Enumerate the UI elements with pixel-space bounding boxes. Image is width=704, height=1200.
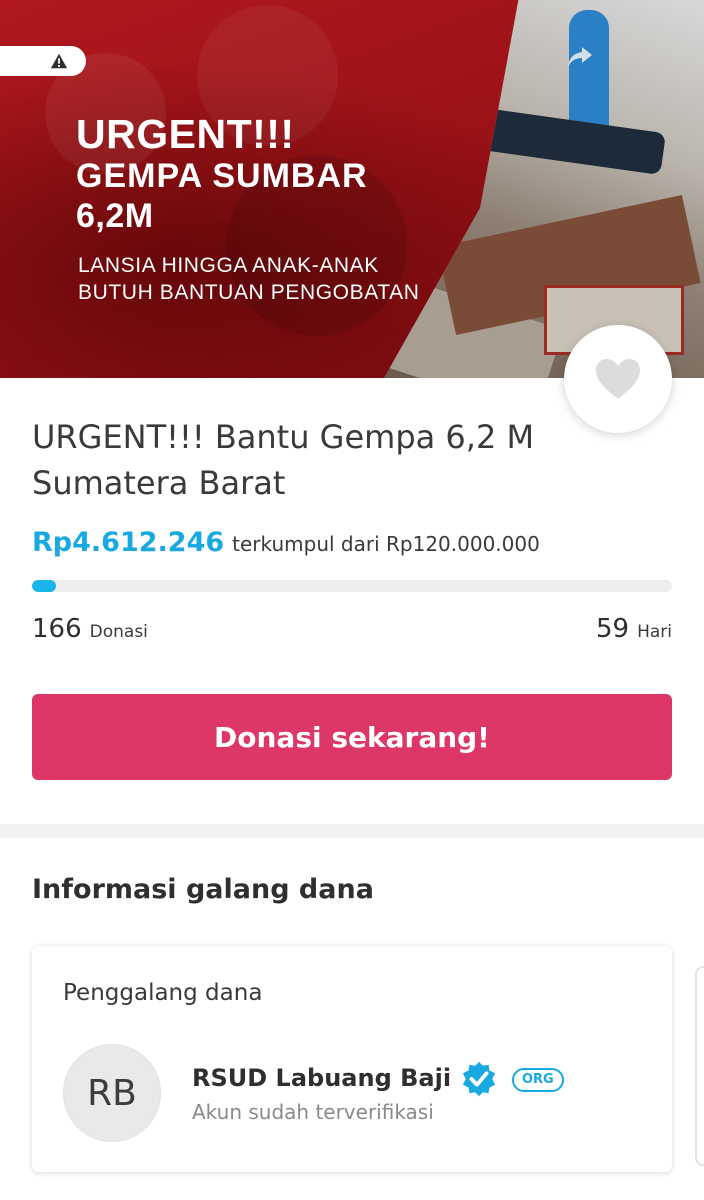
fundraiser-section-title: Informasi galang dana — [32, 874, 374, 905]
verified-badge-icon — [462, 1061, 496, 1097]
days-label: Hari — [637, 622, 672, 642]
banner-headline-line2: GEMPA SUMBAR — [76, 157, 368, 195]
share-arrow-icon[interactable] — [566, 44, 594, 70]
donations-count: 166 — [32, 614, 82, 644]
fundraiser-card[interactable]: Penggalang dana RB RSUD Labuang Baji ORG… — [32, 946, 672, 1172]
progress-bar — [32, 580, 672, 592]
fundraiser-card-label: Penggalang dana — [63, 980, 263, 1006]
collected-target-text: terkumpul dari Rp120.000.000 — [232, 532, 540, 556]
days-count: 59 — [595, 614, 630, 644]
fundraiser-name: RSUD Labuang Baji — [192, 1064, 452, 1092]
donate-now-button[interactable]: Donasi sekarang! — [32, 694, 672, 780]
banner-headline-line1: URGENT!!! — [76, 111, 295, 157]
donations-label: Donasi — [89, 622, 148, 642]
campaign-title: URGENT!!! Bantu Gempa 6,2 M Sumatera Bar… — [32, 418, 535, 502]
banner-headline: URGENT!!! GEMPA SUMBAR 6,2M — [76, 112, 476, 236]
progress-fill — [32, 580, 57, 592]
warning-icon — [50, 53, 68, 69]
collected-amount: Rp4.612.246 — [32, 527, 225, 558]
days-stat: 59 Hari — [596, 614, 672, 644]
amount-row: Rp4.612.246 terkumpul dari Rp120.000.000 — [32, 527, 540, 558]
avatar: RB — [63, 1044, 161, 1142]
banner-subtitle-line2: BUTUH BANTUAN PENGOBATAN — [78, 281, 420, 304]
verified-status-text: Akun sudah terverifikasi — [192, 1100, 434, 1124]
section-divider — [0, 824, 704, 838]
banner-subtitle-line1: LANSIA HINGGA ANAK-ANAK — [78, 254, 379, 277]
banner-headline-line3: 6,2M — [76, 197, 154, 235]
heart-icon — [596, 359, 640, 399]
campaign-banner: URGENT!!! GEMPA SUMBAR 6,2M LANSIA HINGG… — [0, 0, 704, 378]
next-card-edge — [695, 966, 704, 1166]
banner-subtitle: LANSIA HINGGA ANAK-ANAK BUTUH BANTUAN PE… — [78, 252, 498, 306]
org-badge: ORG — [512, 1068, 564, 1092]
report-pill-button[interactable] — [0, 46, 86, 76]
donations-stat: 166 Donasi — [32, 614, 148, 644]
